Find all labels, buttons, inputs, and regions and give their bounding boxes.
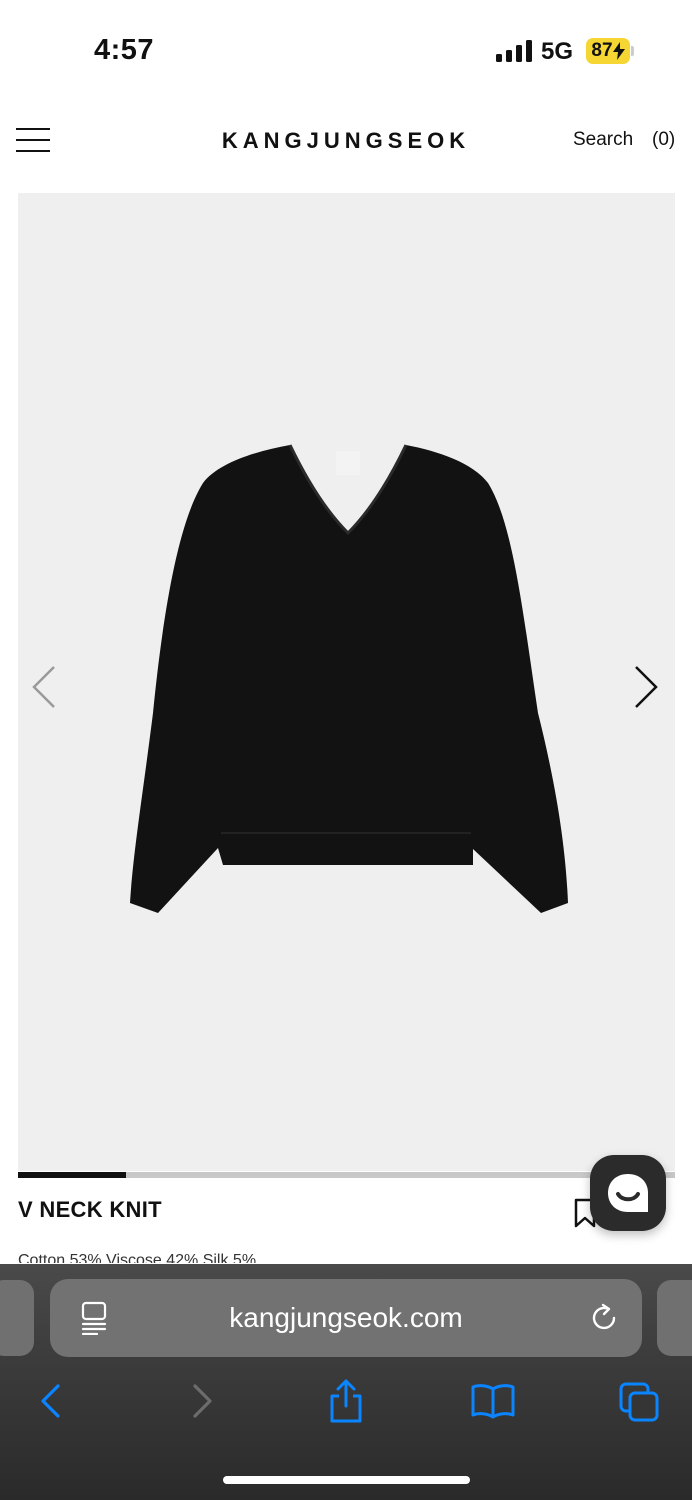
cellular-signal-icon bbox=[496, 40, 532, 62]
carousel-progress-fill bbox=[18, 1172, 127, 1178]
battery-nub bbox=[631, 46, 634, 56]
chat-bubble-icon bbox=[608, 1174, 648, 1212]
battery-indicator: 87 bbox=[586, 38, 630, 64]
search-link[interactable]: Search bbox=[573, 129, 633, 151]
cart-link[interactable]: (0) bbox=[652, 129, 675, 151]
network-type: 5G bbox=[541, 38, 574, 65]
carousel-next-icon[interactable] bbox=[628, 662, 668, 712]
bookmarks-icon[interactable] bbox=[470, 1383, 516, 1419]
product-material: Cotton 53% Viscose 42% Silk 5% bbox=[18, 1252, 257, 1263]
carousel-prev-icon[interactable] bbox=[22, 662, 62, 712]
sweater-image bbox=[130, 444, 568, 913]
share-icon[interactable] bbox=[327, 1378, 365, 1424]
chat-button[interactable] bbox=[590, 1155, 666, 1231]
battery-level: 87 bbox=[591, 40, 613, 61]
tabs-icon[interactable] bbox=[618, 1381, 660, 1423]
carousel-progress bbox=[18, 1172, 675, 1178]
reload-icon[interactable] bbox=[588, 1302, 620, 1334]
forward-icon[interactable] bbox=[189, 1383, 215, 1419]
home-indicator bbox=[223, 1476, 470, 1484]
product-title: V NECK KNIT bbox=[18, 1197, 162, 1222]
product-image[interactable] bbox=[18, 193, 675, 1171]
charging-bolt-icon bbox=[612, 42, 625, 60]
status-time: 4:57 bbox=[94, 34, 155, 66]
back-icon[interactable] bbox=[38, 1383, 64, 1419]
